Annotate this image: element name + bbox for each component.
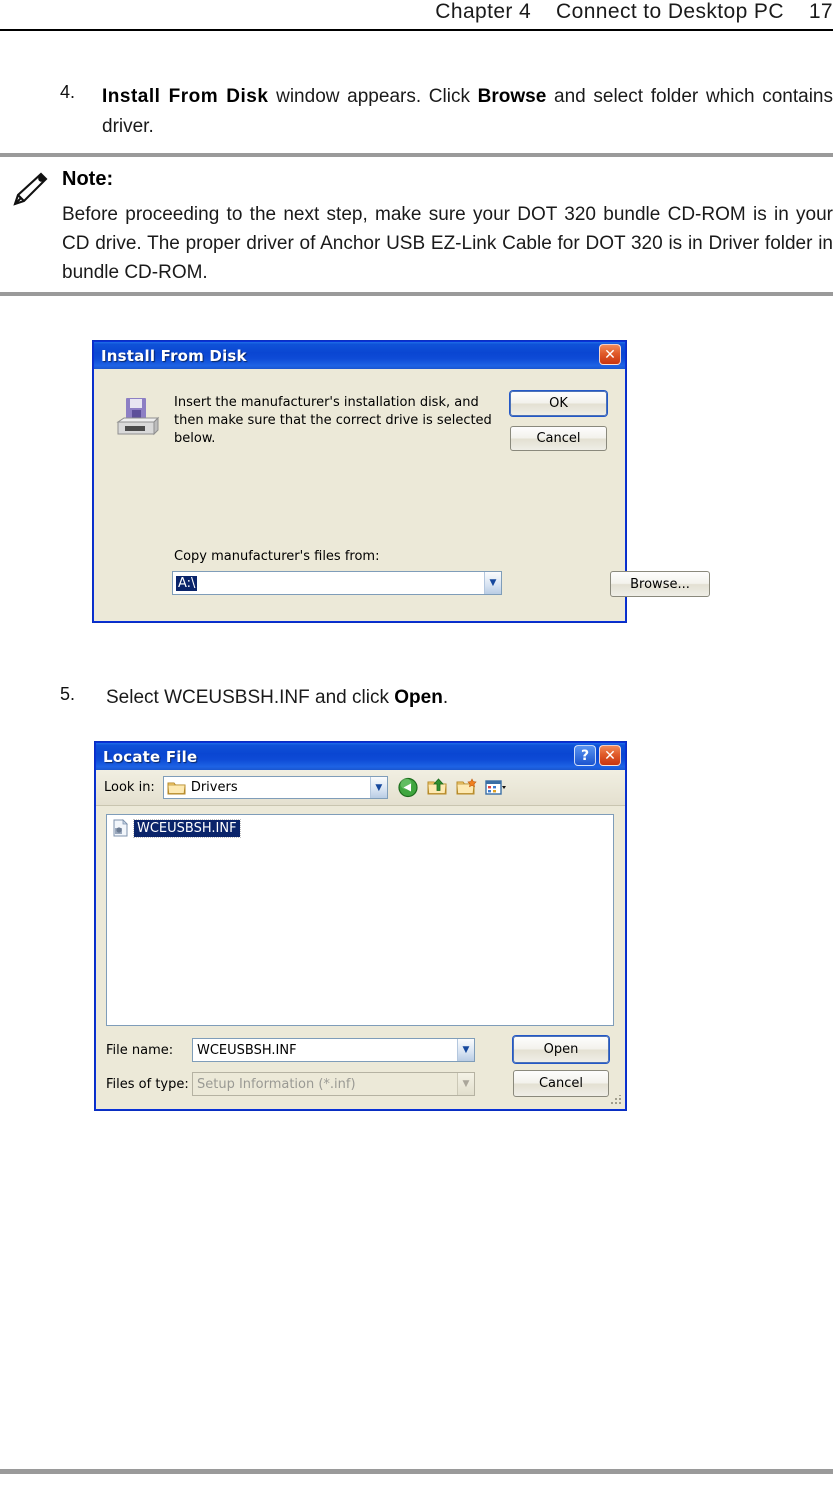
chevron-down-icon[interactable]: ▼: [457, 1039, 474, 1061]
note-rule-bottom: [0, 292, 833, 296]
page-header: Chapter 4 Connect to Desktop PC 17: [0, 0, 833, 30]
locate-dialog-title: Locate File: [103, 747, 198, 766]
locate-dialog-title-buttons: ? ✕: [574, 745, 621, 766]
step-5-text-a: Select WCEUSBSH.INF and click: [106, 687, 395, 708]
note-title: Note:: [62, 168, 114, 190]
open-button[interactable]: Open: [513, 1036, 609, 1063]
files-of-type-combobox: Setup Information (*.inf) ▼: [192, 1072, 475, 1096]
list-item[interactable]: WCEUSBSH.INF: [111, 818, 241, 838]
files-of-type-value: Setup Information (*.inf): [197, 1076, 356, 1092]
step-5-bold-open: Open: [394, 687, 443, 708]
chevron-down-icon: ▼: [457, 1073, 474, 1095]
step-5-text: Select WCEUSBSH.INF and click Open.: [106, 684, 660, 712]
file-list[interactable]: WCEUSBSH.INF: [106, 814, 614, 1026]
chevron-down-icon[interactable]: ▼: [369, 777, 387, 798]
list-item-label: WCEUSBSH.INF: [133, 818, 241, 838]
help-icon[interactable]: ?: [574, 745, 596, 766]
look-in-value: Drivers: [190, 780, 238, 795]
install-dialog-message: Insert the manufacturer's installation d…: [174, 395, 492, 446]
chevron-down-icon[interactable]: ▼: [484, 572, 501, 594]
file-name-input[interactable]: WCEUSBSH.INF ▼: [192, 1038, 475, 1062]
floppy-install-icon: [112, 394, 160, 442]
copy-from-label: Copy manufacturer's files from:: [174, 549, 380, 564]
browse-button[interactable]: Browse...: [610, 571, 710, 597]
header-text: Chapter 4 Connect to Desktop PC 17: [435, 0, 833, 23]
install-dialog-title-buttons: ✕: [599, 344, 621, 365]
step-4-text: Install From Disk window appears. Click …: [102, 82, 833, 142]
header-rule: [0, 29, 833, 31]
up-one-level-icon[interactable]: [426, 777, 448, 798]
file-name-label: File name:: [106, 1042, 174, 1058]
locate-dialog-titlebar[interactable]: Locate File ? ✕: [96, 743, 625, 770]
locate-file-dialog: Locate File ? ✕ Look in: Drivers ▼ WCEUS…: [95, 742, 626, 1110]
step-5-number: 5.: [60, 684, 76, 704]
file-name-value: WCEUSBSH.INF: [197, 1042, 297, 1058]
step-4-bold-browse: Browse: [477, 86, 547, 107]
step-5-text-b: .: [442, 687, 449, 708]
cancel-button[interactable]: Cancel: [510, 426, 607, 451]
step-5: 5. Select WCEUSBSH.INF and click Open.: [60, 684, 660, 712]
new-folder-icon[interactable]: [455, 777, 477, 798]
ok-button[interactable]: OK: [510, 391, 607, 416]
back-icon[interactable]: [397, 777, 419, 798]
look-in-label: Look in:: [104, 780, 155, 795]
copy-from-value: A:\: [176, 575, 198, 591]
install-dialog-titlebar[interactable]: Install From Disk ✕: [94, 342, 625, 369]
step-4-number: 4.: [60, 82, 76, 102]
step-4-text-a: window appears. Click: [268, 86, 478, 107]
install-from-disk-dialog: Install From Disk ✕ Insert the manufactu…: [93, 341, 710, 622]
locate-dialog-body: Look in: Drivers ▼ WCEUSBSH.INF File nam…: [96, 770, 625, 1109]
pencil-icon: [10, 168, 50, 208]
locate-toolbar-icons: [397, 777, 506, 798]
close-icon[interactable]: ✕: [599, 745, 621, 766]
install-dialog-title: Install From Disk: [101, 346, 247, 365]
views-icon[interactable]: [484, 777, 506, 798]
cancel-button[interactable]: Cancel: [513, 1070, 609, 1097]
note-rule-top: [0, 153, 833, 157]
inf-file-icon: [111, 819, 130, 837]
step-4: 4. Install From Disk window appears. Cli…: [60, 82, 833, 142]
folder-icon: [167, 780, 186, 795]
install-dialog-body: Insert the manufacturer's installation d…: [94, 369, 710, 621]
resize-grip-icon[interactable]: [610, 1095, 621, 1106]
note-body: Before proceeding to the next step, make…: [62, 204, 833, 283]
close-icon[interactable]: ✕: [599, 344, 621, 365]
look-in-combobox[interactable]: Drivers ▼: [162, 776, 388, 799]
step-4-bold-install-from-disk: Install From Disk: [102, 86, 269, 107]
copy-from-combobox[interactable]: A:\ ▼: [172, 571, 502, 595]
locate-toolbar: Look in: Drivers ▼: [96, 770, 625, 806]
footer-rule: [0, 1469, 833, 1474]
files-of-type-label: Files of type:: [106, 1076, 189, 1092]
